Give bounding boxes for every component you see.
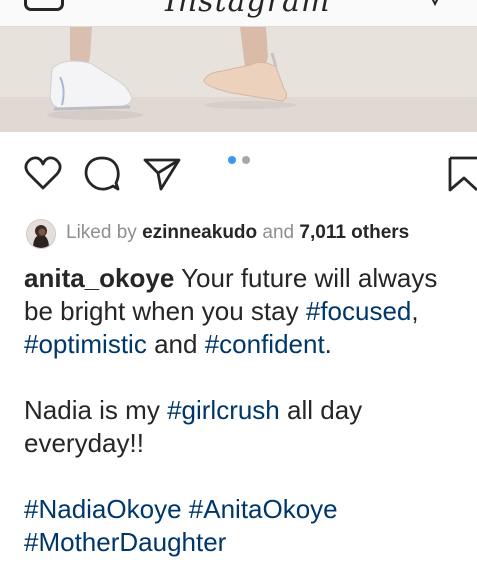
caption-paragraph-2: Nadia is my #girlcrush all day everyday!… [24,394,464,460]
camera-icon[interactable] [24,0,64,11]
hashtag-girlcrush[interactable]: #girlcrush [167,395,280,425]
caption-paragraph-3: #NadiaOkoye #AnitaOkoye #MotherDaughter [24,493,464,559]
carousel-dot [242,156,250,164]
caption-and: and [154,329,198,359]
likes-others[interactable]: 7,011 others [299,222,409,243]
post-caption: anita_okoye Your future will always be b… [24,262,464,559]
comment-icon[interactable] [83,155,121,193]
photo-content [0,27,477,132]
top-bar: Instagram [0,0,477,27]
likes-prefix: Liked by [66,222,137,243]
hashtag-optimistic[interactable]: #optimistic [24,329,147,359]
hashtag-confident[interactable]: #confident [205,329,325,359]
paper-plane-icon[interactable] [143,157,181,191]
avatar-image [27,220,55,248]
caption-paragraph-1: anita_okoye Your future will always be b… [24,262,464,361]
hashtag-motherdaughter[interactable]: #MotherDaughter [24,527,226,557]
avatar[interactable] [26,219,56,249]
likes-summary: Liked by ezinneakudo and 7,011 others [26,219,466,249]
instagram-logo: Instagram [165,0,331,19]
liked-by-user[interactable]: ezinneakudo [142,222,257,243]
hashtag-focused[interactable]: #focused [306,296,412,326]
likes-joiner: and [262,222,295,243]
caption-username[interactable]: anita_okoye [24,263,174,293]
caption-period: . [324,329,332,359]
hashtag-nadiaokoye[interactable]: #NadiaOkoye [24,494,182,524]
post-photo[interactable] [0,27,477,132]
carousel-dot-active [228,156,236,164]
heart-icon[interactable] [24,156,62,192]
post-actions [0,150,477,198]
likes-text: Liked by ezinneakudo and 7,011 others [66,222,409,244]
direct-message-icon[interactable] [428,0,442,6]
bookmark-icon[interactable] [448,156,477,192]
hashtag-anitaokoye[interactable]: #AnitaOkoye [189,494,338,524]
caption-text-2a: Nadia is my [24,395,160,425]
caption-comma: , [411,296,419,326]
